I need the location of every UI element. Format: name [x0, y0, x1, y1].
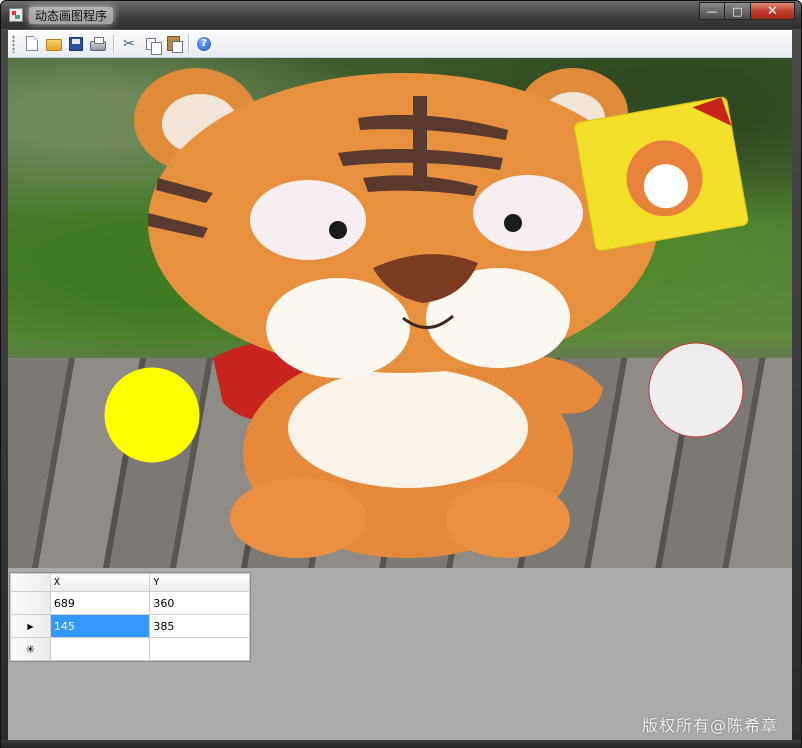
window-bottom-border: [1, 740, 801, 748]
save-button[interactable]: [65, 33, 87, 55]
cut-button[interactable]: ✂: [118, 33, 140, 55]
minimize-button[interactable]: —: [699, 2, 725, 20]
drawing-canvas[interactable]: [8, 58, 792, 568]
cell-y[interactable]: 385: [149, 614, 250, 638]
cell-y-new[interactable]: [149, 637, 250, 661]
table-row[interactable]: 689 360: [10, 591, 250, 615]
drawn-circle-2: [104, 367, 200, 463]
toolbar-grip[interactable]: [12, 34, 15, 53]
toolbar: ✂ ?: [8, 30, 792, 58]
caption-buttons: — □ ✕: [699, 2, 795, 20]
cell-x[interactable]: 689: [49, 591, 151, 615]
open-button[interactable]: [43, 33, 65, 55]
table-row[interactable]: ▶ 145 385: [10, 614, 250, 638]
help-button[interactable]: ?: [193, 33, 215, 55]
grid-corner-cell[interactable]: [10, 573, 51, 592]
paste-button[interactable]: [162, 33, 184, 55]
new-row[interactable]: ✳: [10, 637, 250, 661]
app-icon[interactable]: [9, 8, 23, 22]
close-button[interactable]: ✕: [751, 2, 795, 20]
title-bar[interactable]: 动态画图程序 — □ ✕: [1, 1, 801, 29]
column-header-x[interactable]: X: [49, 573, 151, 592]
print-icon: [90, 36, 106, 51]
cell-x-new[interactable]: [49, 637, 151, 661]
maximize-button[interactable]: □: [725, 2, 751, 20]
new-document-icon: [26, 36, 38, 51]
current-row-indicator[interactable]: ▶: [10, 614, 51, 638]
toolbar-separator: [113, 34, 114, 53]
row-header[interactable]: [10, 591, 51, 615]
cell-y[interactable]: 360: [149, 591, 250, 615]
client-area: ✂ ? X Y 689 360 ▶ 145 385 ✳ 版权所有@陈希章: [8, 30, 792, 740]
save-icon: [69, 36, 83, 51]
drawn-circles-layer: [104, 342, 744, 463]
window-title: 动态画图程序: [29, 7, 114, 24]
grid-header-row: X Y: [10, 573, 250, 592]
open-folder-icon: [46, 39, 62, 51]
new-row-indicator[interactable]: ✳: [10, 637, 51, 661]
cut-icon: ✂: [123, 35, 135, 52]
copy-button[interactable]: [140, 33, 162, 55]
cell-x-selected[interactable]: 145: [49, 614, 151, 638]
drawn-circle-1: [648, 342, 744, 438]
toolbar-separator: [188, 34, 189, 53]
print-button[interactable]: [87, 33, 109, 55]
copyright-watermark: 版权所有@陈希章: [641, 716, 778, 735]
new-button[interactable]: [21, 33, 43, 55]
paste-icon: [166, 36, 183, 53]
help-icon: ?: [197, 36, 211, 51]
coordinates-grid[interactable]: X Y 689 360 ▶ 145 385 ✳: [9, 572, 251, 662]
column-header-y[interactable]: Y: [149, 573, 250, 592]
copy-icon: [146, 37, 162, 55]
app-window: 动态画图程序 — □ ✕ ✂ ? X Y 689 360 ▶ 145 385 ✳…: [0, 0, 802, 748]
